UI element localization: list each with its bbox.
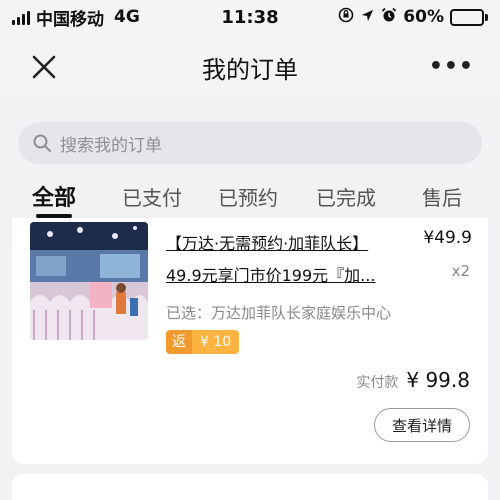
carrier-name: 中国移动 [36, 9, 104, 30]
battery-percent: 60% [403, 7, 444, 27]
paid-label: 实付款 [356, 375, 399, 391]
network-type: 4G [114, 7, 140, 27]
view-details-button[interactable]: 查看详情 [374, 408, 470, 442]
order-title-line1[interactable]: 【万达·无需预约·加菲队长】 [166, 230, 368, 254]
signal-icon [12, 9, 30, 25]
selected-option: 已选：万达加菲队长家庭娱乐中心 [166, 304, 392, 322]
search-section: 搜索我的订单 [0, 100, 500, 180]
quantity: x2 [451, 262, 470, 280]
more-icon[interactable]: ••• [429, 54, 474, 79]
unit-price: ¥49.9 [423, 228, 472, 248]
order-tabs: 全部 已支付 已预约 已完成 售后 [0, 180, 500, 218]
rebate-amount: ¥ 10 [192, 330, 240, 354]
location-icon [360, 8, 375, 27]
nav-bar: 我的订单 ••• [0, 34, 500, 100]
tab-paid[interactable]: 已支付 [122, 182, 182, 211]
alarm-icon [381, 7, 397, 27]
status-bar: 中国移动 4G 11:38 60% [0, 0, 500, 34]
close-icon[interactable] [28, 51, 60, 83]
order-title-line2[interactable]: 49.9元享门市价199元『加... [166, 262, 375, 286]
search-input[interactable]: 搜索我的订单 [18, 122, 482, 164]
order-card[interactable]: 【万达·无需预约·加菲队长】 49.9元享门市价199元『加... ¥49.9 … [12, 218, 488, 464]
paid-amount: ¥ 99.8 [406, 368, 470, 392]
rebate-label: 返 [166, 330, 192, 354]
next-order-card[interactable] [12, 474, 488, 500]
tab-after-sales[interactable]: 售后 [422, 182, 462, 211]
rebate-badge: 返 ¥ 10 [166, 330, 240, 354]
tab-reserved[interactable]: 已预约 [218, 182, 278, 211]
product-image[interactable] [30, 222, 148, 340]
page-title: 我的订单 [202, 55, 298, 84]
rotation-lock-icon [338, 7, 354, 27]
search-placeholder: 搜索我的订单 [60, 135, 162, 156]
battery-icon [450, 8, 488, 26]
tab-completed[interactable]: 已完成 [316, 182, 376, 211]
paid-row: 实付款 ¥ 99.8 [356, 368, 470, 392]
tab-all[interactable]: 全部 [32, 180, 76, 218]
search-icon [33, 134, 51, 152]
